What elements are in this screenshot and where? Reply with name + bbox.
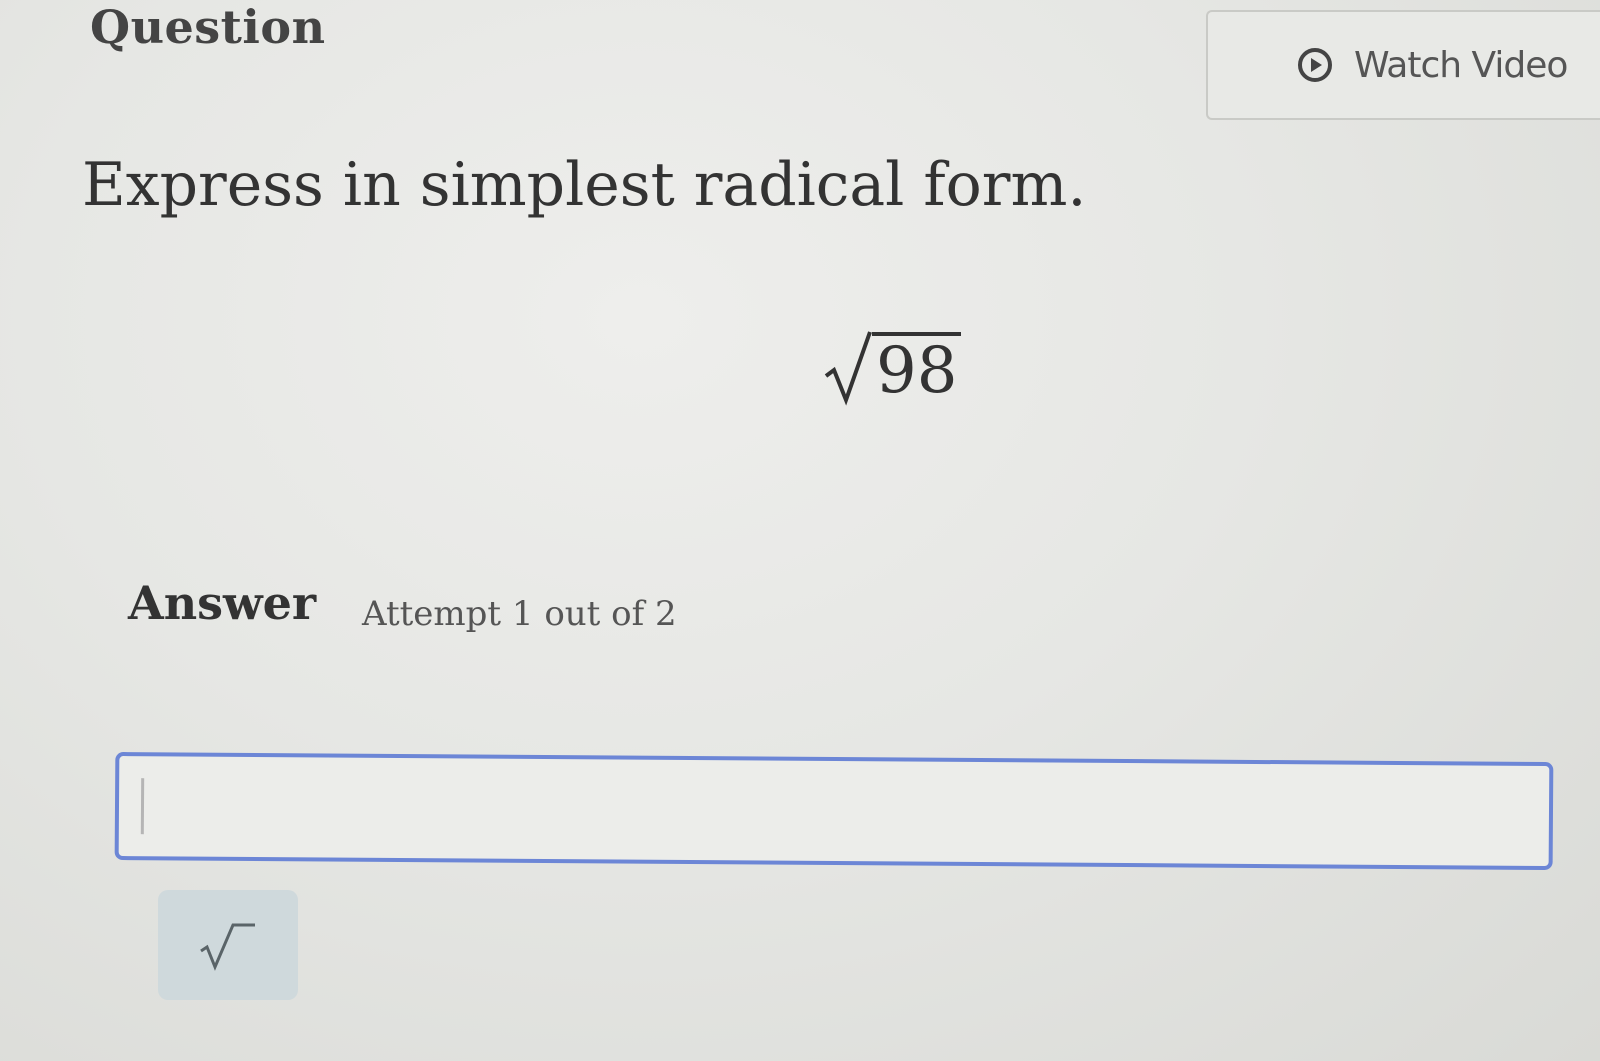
attempt-counter: Attempt 1 out of 2 [362,594,677,634]
answer-input[interactable] [114,752,1554,871]
radical-sign-icon [824,326,872,406]
answer-label: Answer [128,576,317,630]
square-root-button[interactable] [158,890,298,1000]
radicand: 98 [872,332,962,406]
watch-video-button[interactable]: Watch Video [1206,10,1600,120]
play-icon [1296,46,1334,84]
square-root-icon [193,915,263,975]
text-caret [140,778,145,835]
page-title: Question [90,0,326,54]
math-expression: 98 [824,326,962,406]
question-prompt: Express in simplest radical form. [82,150,1087,220]
watch-video-label: Watch Video [1354,44,1568,86]
